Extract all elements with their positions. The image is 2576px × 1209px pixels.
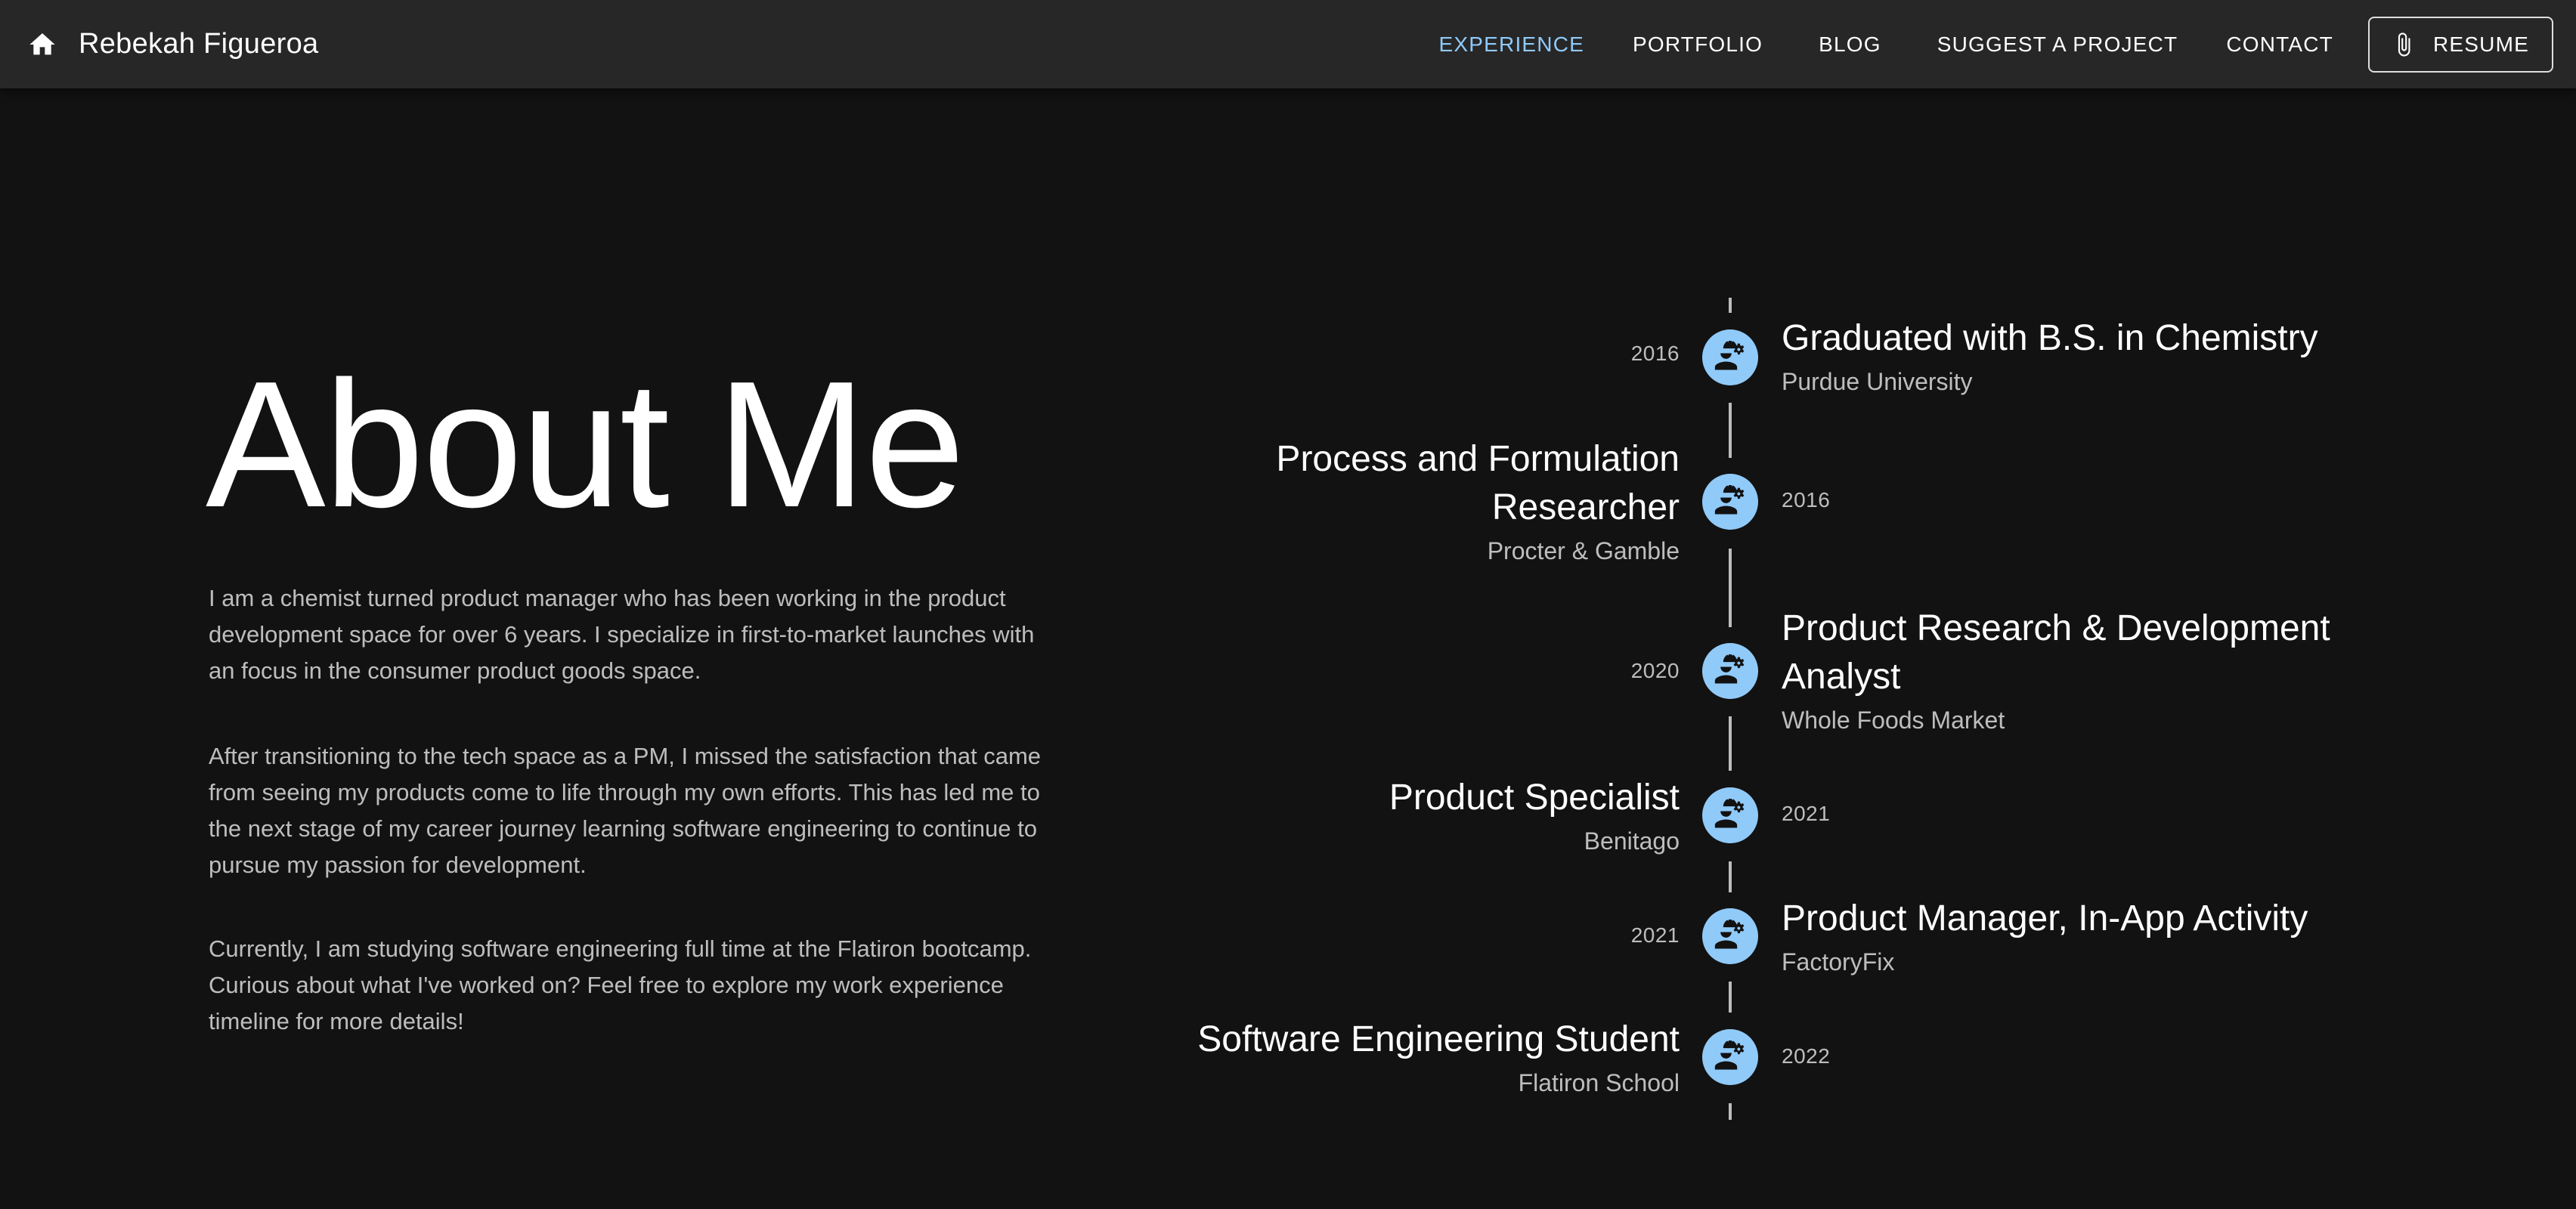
timeline-item: Software Engineering Student Flatiron Sc… [1105,1016,1680,1099]
engineer-icon [1714,920,1745,949]
timeline-title: Product Specialist [1389,778,1680,818]
main-nav: EXPERIENCE PORTFOLIO BLOG SUGGEST A PROJ… [1415,0,2553,88]
timeline-dot [1702,908,1758,964]
timeline-year: 2021 [1630,923,1680,947]
engineer-icon [1714,654,1745,684]
timeline-year: 2022 [1782,1044,1831,1068]
timeline-dot [1702,787,1758,843]
timeline-org: Purdue University [1782,368,1973,395]
about-paragraph: Currently, I am studying software engine… [209,935,1032,1034]
paperclip-icon [2398,32,2410,57]
timeline-item: Product Research & Development Analyst W… [1782,604,2356,736]
page-title: About Me [206,345,965,545]
timeline-connector [1729,1103,1732,1120]
timeline-connector [1729,298,1732,313]
timeline-connector [1729,861,1732,892]
nav-portfolio[interactable]: PORTFOLIO [1608,32,1787,57]
timeline-dot [1702,1029,1758,1085]
engineer-icon [1714,1040,1745,1070]
timeline-org: Flatiron School [1518,1069,1680,1096]
timeline-title: Product Research & Development Analyst [1782,608,2330,697]
timeline-connector [1729,716,1732,771]
timeline-org: Benitago [1584,827,1680,855]
timeline-dot [1702,474,1758,530]
nav-experience[interactable]: EXPERIENCE [1415,32,1609,57]
timeline-title: Process and Formulation Researcher [1276,439,1680,527]
timeline-year: 2020 [1630,659,1680,682]
timeline-item: Process and Formulation Researcher Proct… [1105,435,1680,567]
timeline-connector [1729,549,1732,627]
timeline-year: 2021 [1782,802,1831,825]
engineer-icon [1714,341,1745,370]
timeline-connector [1729,982,1732,1013]
resume-button[interactable]: RESUME [2368,16,2553,73]
about-paragraph: I am a chemist turned product manager wh… [209,585,1035,684]
timeline-year: 2016 [1630,342,1680,365]
timeline-dot [1702,329,1758,385]
nav-blog[interactable]: BLOG [1787,32,1913,57]
timeline-title: Graduated with B.S. in Chemistry [1782,318,2318,358]
home-icon [29,32,55,54]
timeline-year: 2016 [1782,488,1831,512]
timeline-org: FactoryFix [1782,948,1895,976]
timeline-title: Product Manager, In-App Activity [1782,898,2308,938]
nav-contact[interactable]: CONTACT [2202,32,2358,57]
brand-name[interactable]: Rebekah Figueroa [79,28,318,60]
timeline-connector [1729,403,1732,458]
engineer-icon [1714,799,1745,828]
timeline-item: Product Specialist Benitago [1105,774,1680,857]
app-bar: Rebekah Figueroa EXPERIENCE PORTFOLIO BL… [0,0,2576,88]
timeline-item: Graduated with B.S. in Chemistry Purdue … [1782,314,2356,397]
timeline-item: Product Manager, In-App Activity Factory… [1782,895,2356,978]
nav-suggest-project[interactable]: SUGGEST A PROJECT [1913,32,2203,57]
timeline-org: Whole Foods Market [1782,707,2005,734]
timeline-org: Procter & Gamble [1487,537,1680,564]
about-paragraph: After transitioning to the tech space as… [209,743,1042,878]
resume-label: RESUME [2433,32,2529,56]
timeline-title: Software Engineering Student [1197,1019,1680,1059]
home-button[interactable] [26,28,59,61]
timeline-dot [1702,643,1758,699]
engineer-icon [1714,485,1745,515]
